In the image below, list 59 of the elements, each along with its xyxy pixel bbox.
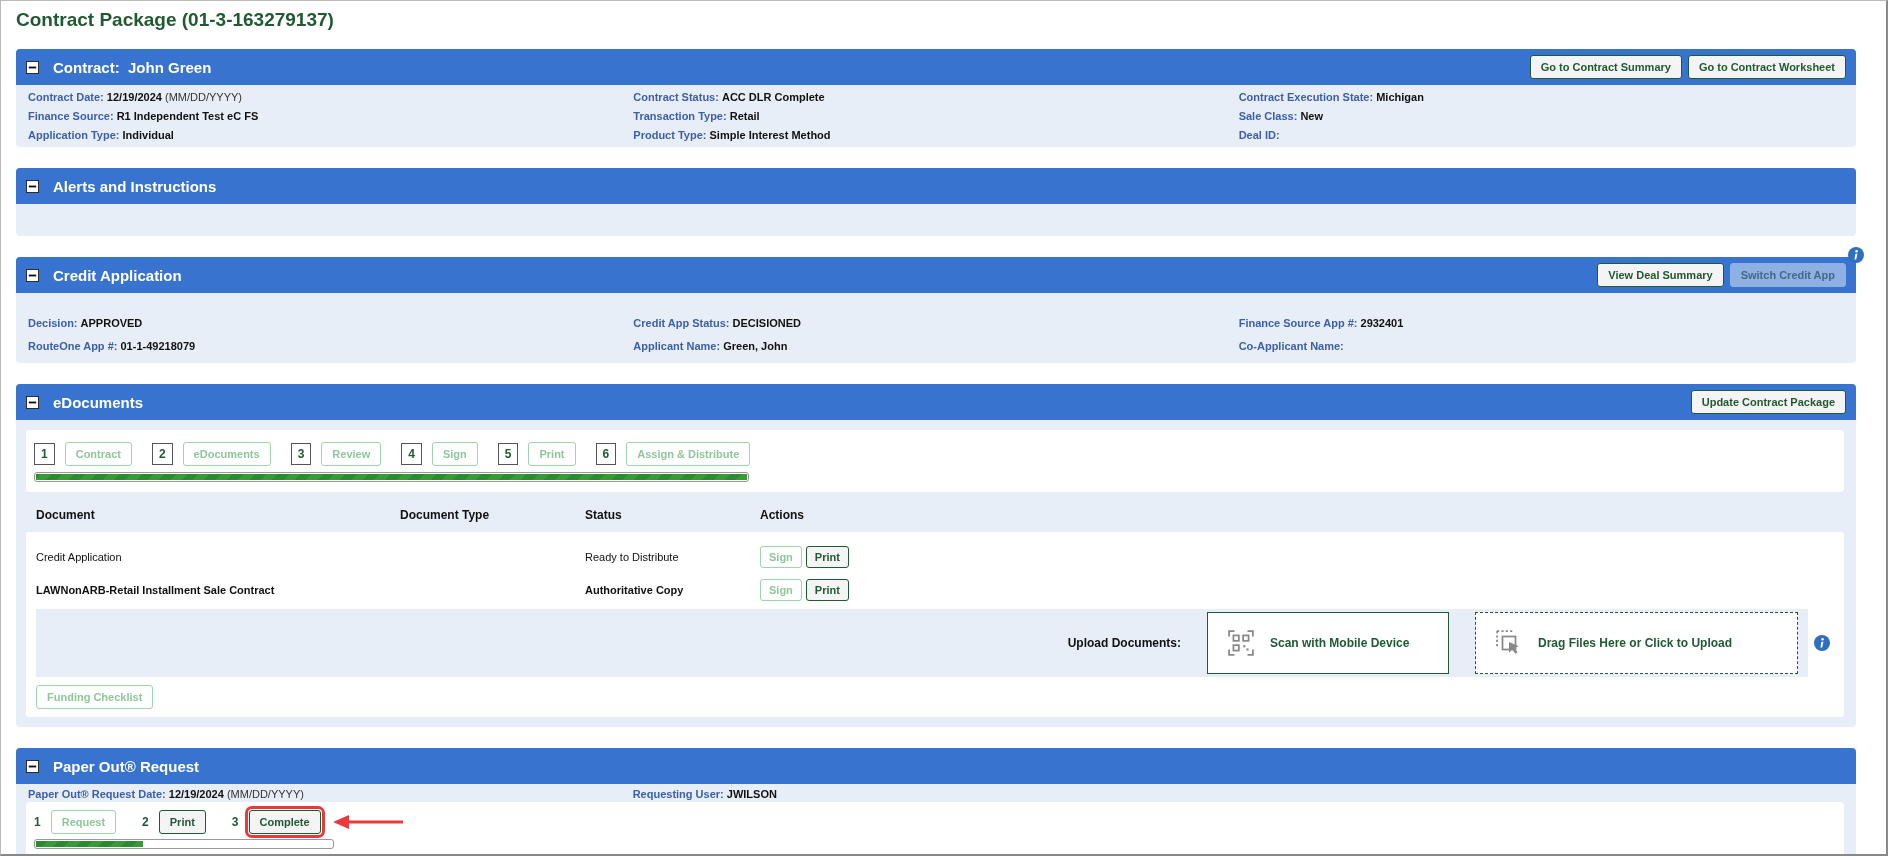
field-text: Contract Status: ACC DLR Complete	[633, 90, 826, 105]
collapse-icon[interactable]	[26, 179, 39, 193]
step-number: 4	[401, 443, 422, 465]
info-icon[interactable]	[1848, 247, 1864, 263]
qr-code-icon	[1228, 630, 1254, 656]
field-text: Co-Applicant Name:	[1238, 338, 1345, 354]
field-text: Deal ID:	[1238, 128, 1281, 143]
field-text: Finance Source: R1 Independent Test eC FS	[28, 109, 260, 124]
field-text: Application Type: Individual	[28, 128, 175, 143]
step-number: 1	[34, 815, 41, 829]
collapse-icon[interactable]	[26, 268, 39, 282]
info-icon[interactable]	[1814, 635, 1830, 651]
section-title: Alerts and Instructions	[53, 177, 217, 195]
pointer-arrow	[332, 815, 403, 829]
field-text: Applicant Name: Green, John	[633, 338, 789, 354]
header-button[interactable]: View Deal Summary	[1597, 263, 1724, 287]
field-text: Transaction Type: Retail	[633, 109, 761, 124]
step-number: 6	[595, 443, 617, 465]
step-number: 3	[290, 443, 312, 465]
step-number: 1	[34, 443, 55, 465]
table-cell-text: LAWNonARB-Retail Installment Sale Contract	[36, 583, 276, 596]
header-button[interactable]: Go to Contract Worksheet	[1687, 55, 1846, 79]
step-number: 2	[142, 815, 149, 829]
step-button[interactable]: Print	[158, 810, 206, 834]
step-number: 5	[497, 443, 519, 465]
field-text: Paper Out® Request Date: 12/19/2024 (MM/DD/YYYY)	[28, 787, 305, 802]
column-header: Actions	[760, 508, 805, 522]
step-number: 3	[231, 815, 239, 829]
table-cell-text: Credit Application	[36, 550, 123, 563]
table-cell-text: Ready to Distribute	[585, 550, 680, 563]
collapse-icon[interactable]	[26, 60, 39, 74]
field-text: RouteOne App #: 01-1-49218079	[28, 338, 197, 354]
section-title: eDocuments	[53, 393, 144, 411]
column-header: Document Type	[400, 508, 491, 522]
field-text: Credit App Status: DECISIONED	[633, 316, 802, 331]
collapse-icon[interactable]	[26, 759, 39, 773]
field-text: Finance Source App #: 2932401	[1238, 316, 1405, 331]
page-title: Contract Package (01-3-163279137)	[16, 9, 335, 32]
column-header: Status	[585, 508, 623, 522]
action-button[interactable]: Print	[805, 578, 849, 601]
step-number: 2	[151, 443, 173, 465]
upload-label: Upload Documents:	[1067, 636, 1181, 650]
header-button[interactable]: Go to Contract Summary	[1529, 55, 1682, 79]
field-text: Decision: APPROVED	[28, 316, 144, 331]
section-title: Credit Application	[53, 266, 182, 284]
field-text: Sale Class: New	[1238, 109, 1325, 124]
field-text: Requesting User: JWILSON	[632, 787, 778, 802]
action-button[interactable]: Print	[805, 545, 849, 568]
header-button[interactable]: Update Contract Package	[1690, 390, 1846, 414]
field-text: Contract Date: 12/19/2024 (MM/DD/YYYY)	[28, 90, 243, 105]
field-text: Product Type: Simple Interest Method	[633, 128, 832, 143]
collapse-icon[interactable]	[26, 395, 39, 409]
scan-button[interactable]: Scan with Mobile Device	[1207, 612, 1449, 674]
column-header: Document	[36, 508, 96, 522]
field-text: Contract Execution State: Michigan	[1238, 90, 1425, 105]
section-title: Contract: John Green	[53, 58, 212, 76]
table-cell-text: Authoritative Copy	[585, 583, 685, 596]
upload-dropzone[interactable]: Drag Files Here or Click to Upload	[1475, 612, 1798, 674]
section-title: Paper Out® Request	[53, 757, 200, 775]
